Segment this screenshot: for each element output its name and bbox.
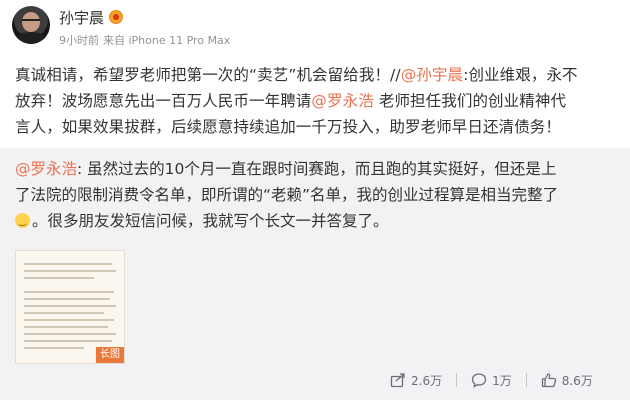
action-divider bbox=[525, 373, 527, 387]
avatar-glasses bbox=[22, 19, 40, 25]
thumb-line bbox=[24, 319, 114, 321]
content-line1-b: :创业维艰，永不 bbox=[463, 66, 578, 84]
thumb-line bbox=[24, 277, 94, 279]
action-bar: 2.6万 1万 8.6万 bbox=[390, 370, 593, 390]
action-divider bbox=[456, 373, 458, 387]
repost-line3: 。很多朋友发短信问候，我就写个长文一并答复了。 bbox=[32, 212, 389, 230]
share-count: 2.6万 bbox=[411, 373, 443, 388]
thumb-line bbox=[24, 305, 116, 307]
repost-author-mention[interactable]: @罗永浩 bbox=[15, 160, 77, 178]
thumb-line bbox=[24, 326, 108, 328]
author-meta: 孙宇晨 9小时前 来自 iPhone 11 Pro Max bbox=[59, 8, 230, 48]
repost-line1: : 虽然过去的10个月一直在跟时间赛跑，而且跑的其实挺好，但还是上 bbox=[77, 160, 557, 178]
mention-luoyonghao[interactable]: @罗永浩 bbox=[311, 92, 373, 110]
long-image-thumbnail[interactable]: 长图 bbox=[15, 250, 125, 364]
thumb-line bbox=[24, 312, 104, 314]
repost-line2: 了法院的限制消费令名单，即所谓的“老赖”名单，我的创业过程算是相当完整了 bbox=[15, 186, 559, 204]
comment-icon bbox=[471, 372, 487, 388]
repost-content: @罗永浩: 虽然过去的10个月一直在跟时间赛跑，而且跑的其实挺好，但还是上 了法… bbox=[15, 156, 615, 234]
content-line3: 言人，如果效果拔群，后续愿意持续追加一千万投入，助罗老师早日还清债务！ bbox=[15, 118, 562, 136]
thumb-line bbox=[24, 298, 110, 300]
post-source: 来自 iPhone 11 Pro Max bbox=[103, 34, 231, 47]
vip-badge-icon bbox=[109, 10, 124, 24]
name-row: 孙宇晨 bbox=[59, 7, 230, 28]
weibo-post: 孙宇晨 9小时前 来自 iPhone 11 Pro Max 真诚相请，希望罗老师… bbox=[0, 0, 630, 400]
content-line2-b: 老师担任我们的创业精神代 bbox=[373, 92, 567, 110]
repost-box[interactable]: @罗永浩: 虽然过去的10个月一直在跟时间赛跑，而且跑的其实挺好，但还是上 了法… bbox=[0, 148, 630, 400]
avatar[interactable] bbox=[12, 6, 50, 44]
thumb-line bbox=[24, 333, 116, 335]
thumb-line bbox=[24, 270, 116, 272]
author-name[interactable]: 孙宇晨 bbox=[59, 7, 104, 28]
thumb-line bbox=[24, 340, 112, 342]
share-icon bbox=[390, 372, 406, 388]
smile-emoji-icon bbox=[15, 213, 30, 228]
post-time[interactable]: 9小时前 bbox=[59, 32, 99, 48]
content-line2-a: 放弃！波场愿意先出一百万人民币一年聘请 bbox=[15, 92, 312, 110]
mention-sunyuchen[interactable]: @孙宇晨 bbox=[401, 66, 463, 84]
thumb-line bbox=[24, 263, 112, 265]
comment-count: 1万 bbox=[492, 373, 512, 388]
post-content: 真诚相请，希望罗老师把第一次的“卖艺”机会留给我！//@孙宇晨:创业维艰，永不 … bbox=[15, 62, 620, 140]
long-image-tag: 长图 bbox=[96, 347, 124, 363]
comment-button[interactable]: 1万 bbox=[471, 370, 512, 390]
like-count: 8.6万 bbox=[561, 373, 593, 388]
content-line1-a: 真诚相请，希望罗老师把第一次的“卖艺”机会留给我！// bbox=[15, 66, 401, 84]
like-button[interactable]: 8.6万 bbox=[541, 370, 593, 390]
post-meta: 9小时前 来自 iPhone 11 Pro Max bbox=[59, 32, 230, 48]
avatar-body bbox=[14, 32, 48, 44]
thumb-line bbox=[24, 347, 84, 349]
share-button[interactable]: 2.6万 bbox=[390, 370, 442, 390]
thumb-line bbox=[24, 291, 114, 293]
like-icon bbox=[541, 372, 557, 388]
post-header: 孙宇晨 9小时前 来自 iPhone 11 Pro Max bbox=[12, 6, 230, 48]
